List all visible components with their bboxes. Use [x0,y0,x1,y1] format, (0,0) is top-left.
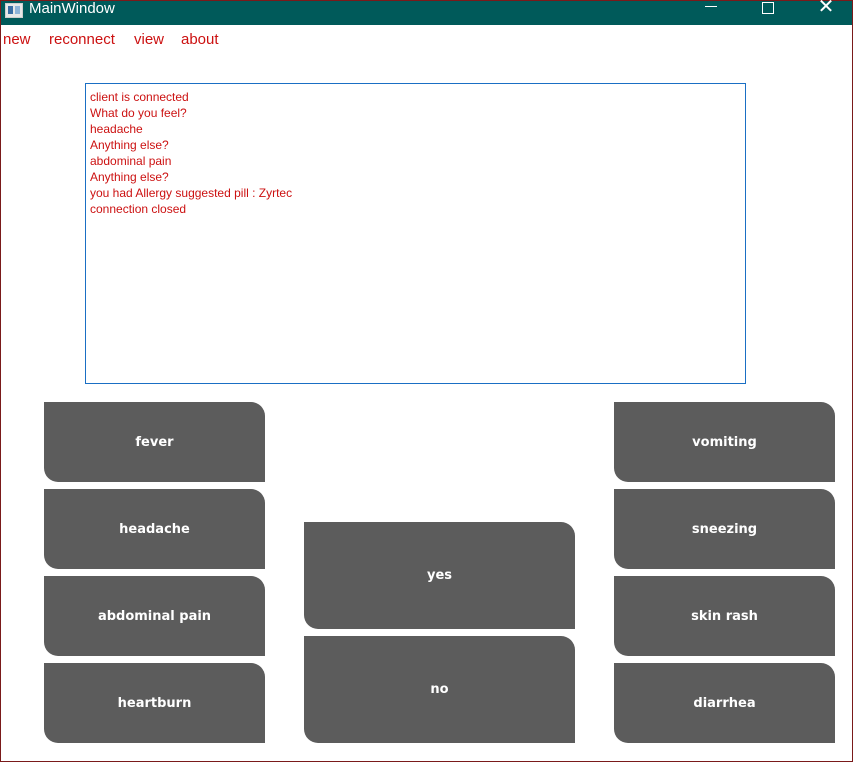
menu-item-new[interactable]: new [3,31,31,48]
title-bar[interactable]: MainWindow ✕ [1,0,852,25]
log-line: connection closed [90,202,187,216]
log-line: you had Allergy suggested pill : Zyrtec [90,186,293,200]
conversation-log[interactable]: client is connected What do you feel? he… [85,83,746,384]
log-lines: client is connected What do you feel? he… [90,89,292,217]
maximize-button[interactable] [745,1,791,25]
symptom-button-abdominal-pain[interactable]: abdominal pain [44,576,265,656]
menu-item-about[interactable]: about [181,31,219,48]
menu-item-view[interactable]: view [134,31,164,48]
window-title: MainWindow [29,0,115,17]
log-line: abdominal pain [90,154,172,168]
symptom-button-skin-rash[interactable]: skin rash [614,576,835,656]
symptom-button-diarrhea[interactable]: diarrhea [614,663,835,743]
no-button[interactable]: no [304,636,575,743]
log-line: What do you feel? [90,106,187,120]
menu-item-reconnect[interactable]: reconnect [49,31,115,48]
close-icon: ✕ [817,0,835,18]
log-line: headache [90,122,143,136]
close-button[interactable]: ✕ [803,0,849,25]
yes-button[interactable]: yes [304,522,575,629]
log-line: Anything else? [90,138,169,152]
symptom-button-fever[interactable]: fever [44,402,265,482]
symptom-button-sneezing[interactable]: sneezing [614,489,835,569]
symptom-button-vomiting[interactable]: vomiting [614,402,835,482]
main-window: MainWindow ✕ new reconnect view about cl… [0,0,853,762]
symptom-button-headache[interactable]: headache [44,489,265,569]
minimize-icon [705,5,717,7]
window-app-icon [5,3,23,18]
log-line: Anything else? [90,170,169,184]
log-line: client is connected [90,90,189,104]
maximize-icon [762,2,774,14]
minimize-button[interactable] [688,1,734,25]
symptom-button-heartburn[interactable]: heartburn [44,663,265,743]
